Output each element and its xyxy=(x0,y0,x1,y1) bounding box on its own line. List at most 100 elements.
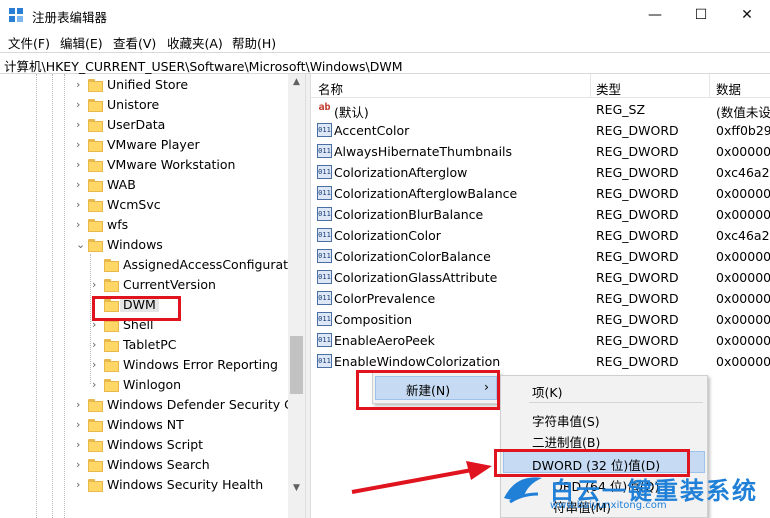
chevron-right-icon[interactable]: › xyxy=(76,418,86,432)
tree-item-label[interactable]: Winlogon xyxy=(123,377,181,392)
tree-item-label[interactable]: AssignedAccessConfiguratio xyxy=(123,257,299,272)
chevron-right-icon[interactable]: › xyxy=(92,338,102,352)
value-name: Composition xyxy=(334,312,413,327)
tree-scroll-thumb[interactable] xyxy=(290,336,303,394)
value-row[interactable]: 011 AccentColor REG_DWORD 0xff0b29 xyxy=(311,120,770,141)
tree-item-label[interactable]: Unistore xyxy=(107,97,159,112)
annotation-box-dwm xyxy=(92,296,181,321)
value-row[interactable]: 011ColorizationColor REG_DWORD 0xc46a29 xyxy=(311,225,770,246)
tree-item-label[interactable]: Windows Search xyxy=(107,457,210,472)
tree-item[interactable]: AssignedAccessConfiguratio xyxy=(0,256,299,276)
tree-item[interactable]: › WAB xyxy=(0,176,288,196)
chevron-right-icon[interactable]: › xyxy=(76,98,86,112)
tree-item-label[interactable]: Windows xyxy=(107,237,163,252)
value-row[interactable]: 011 ColorizationBlurBalance REG_DWORD 0x000… xyxy=(311,204,770,225)
tree-item-label[interactable]: TabletPC xyxy=(123,337,177,352)
tree-item[interactable]: › Unified Store xyxy=(0,76,288,96)
tree-item-label[interactable]: WAB xyxy=(107,177,136,192)
chevron-right-icon[interactable]: › xyxy=(76,118,86,132)
value-row[interactable]: 011ColorPrevalence REG_DWORD 0x000000 xyxy=(311,288,770,309)
column-divider[interactable] xyxy=(590,74,591,98)
value-data: 0x000000 xyxy=(716,312,770,327)
tree-item[interactable]: › Windows Script xyxy=(0,436,288,456)
menu-view[interactable]: 查看(V) xyxy=(113,33,156,52)
menu-edit[interactable]: 编辑(E) xyxy=(60,33,103,52)
menu-help[interactable]: 帮助(H) xyxy=(232,33,276,52)
tree-item-label[interactable]: Unified Store xyxy=(107,77,188,92)
tree-item[interactable]: › CurrentVersion xyxy=(0,276,288,296)
tree-item[interactable]: › Windows Defender Security Ce xyxy=(0,396,301,416)
value-type: REG_DWORD xyxy=(596,312,679,327)
chevron-right-icon[interactable]: › xyxy=(76,178,86,192)
value-row[interactable]: 011 EnableWindowColorization REG_DWORD 0x00… xyxy=(311,351,770,372)
chevron-right-icon[interactable]: › xyxy=(92,358,102,372)
value-row[interactable]: 011EnableAeroPeek REG_DWORD 0x000000 xyxy=(311,330,770,351)
chevron-right-icon[interactable]: › xyxy=(92,378,102,392)
tree-item-label[interactable]: CurrentVersion xyxy=(123,277,216,292)
bird-logo-icon xyxy=(504,477,542,504)
folder-icon xyxy=(88,139,103,152)
tree-item[interactable]: › VMware Player xyxy=(0,136,288,156)
tree-item-label[interactable]: Windows Security Health xyxy=(107,477,263,492)
tree-item[interactable]: › Winlogon xyxy=(0,376,288,396)
menu-file[interactable]: 文件(F) xyxy=(8,33,50,52)
chevron-down-icon[interactable]: ⌄ xyxy=(76,238,86,252)
chevron-right-icon[interactable]: › xyxy=(76,78,86,92)
tree-item[interactable]: › WcmSvc xyxy=(0,196,288,216)
binary-value-icon: 011 xyxy=(317,228,332,242)
tree-item-label[interactable]: Windows Script xyxy=(107,437,203,452)
value-row[interactable]: 011 ColorizationAfterglowBalance REG_DWORD… xyxy=(311,183,770,204)
tree-item[interactable]: › Windows Search xyxy=(0,456,288,476)
tree-item[interactable]: › UserData xyxy=(0,116,288,136)
chevron-right-icon[interactable]: › xyxy=(76,158,86,172)
tree-item-label[interactable]: Windows Defender Security Ce xyxy=(107,397,301,412)
tree-item[interactable]: › TabletPC xyxy=(0,336,288,356)
value-row[interactable]: 011 ColorizationGlassAttribute REG_DWORD 0x… xyxy=(311,267,770,288)
chevron-right-icon[interactable] xyxy=(92,258,102,272)
menu-item-key[interactable]: 项(K) xyxy=(532,382,562,401)
chevron-right-icon[interactable]: › xyxy=(76,138,86,152)
column-type[interactable]: 类型 xyxy=(596,79,621,98)
minimize-button[interactable]: — xyxy=(632,0,678,30)
value-row[interactable]: ab (默认) REG_SZ (数值未设 xyxy=(311,99,770,120)
tree-item-label[interactable]: Windows NT xyxy=(107,417,184,432)
tree-item-label[interactable]: Windows Error Reporting xyxy=(123,357,278,372)
chevron-right-icon[interactable]: › xyxy=(76,218,86,232)
tree-item-label[interactable]: VMware Workstation xyxy=(107,157,235,172)
tree-item[interactable]: › wfs xyxy=(0,216,288,236)
value-type: REG_DWORD xyxy=(596,228,679,243)
value-row[interactable]: 011 ColorizationColorBalance REG_DWORD 0x00… xyxy=(311,246,770,267)
column-name[interactable]: 名称 xyxy=(318,79,343,98)
address-bar[interactable]: 计算机\HKEY_CURRENT_USER\Software\Microsoft… xyxy=(0,52,770,74)
tree-item[interactable]: › Windows Error Reporting xyxy=(0,356,288,376)
chevron-right-icon[interactable]: › xyxy=(76,458,86,472)
chevron-right-icon[interactable]: › xyxy=(92,278,102,292)
maximize-button[interactable]: ☐ xyxy=(678,0,724,30)
chevron-right-icon[interactable]: › xyxy=(76,198,86,212)
tree-item[interactable]: › Windows Security Health xyxy=(0,476,288,496)
column-divider[interactable] xyxy=(709,74,710,98)
scroll-up-icon[interactable]: ▲ xyxy=(288,74,305,91)
menu-item-string-value[interactable]: 字符串值(S) xyxy=(532,411,600,430)
tree-item[interactable]: › Unistore xyxy=(0,96,288,116)
chevron-right-icon[interactable]: › xyxy=(76,438,86,452)
chevron-right-icon[interactable]: › xyxy=(76,398,86,412)
tree-scrollbar[interactable] xyxy=(288,74,305,518)
close-button[interactable]: ✕ xyxy=(724,0,770,30)
value-row[interactable]: 011 AlwaysHibernateThumbnails REG_DWORD 0x0… xyxy=(311,141,770,162)
tree-item[interactable]: ⌄ Windows xyxy=(0,236,288,256)
tree-item-label[interactable]: UserData xyxy=(107,117,165,132)
column-data[interactable]: 数据 xyxy=(716,79,741,98)
tree-item-label[interactable]: VMware Player xyxy=(107,137,200,152)
tree-item[interactable]: › VMware Workstation xyxy=(0,156,288,176)
tree-item-label[interactable]: wfs xyxy=(107,217,128,232)
tree-item-label[interactable]: WcmSvc xyxy=(107,197,161,212)
chevron-right-icon[interactable]: › xyxy=(76,478,86,492)
tree-item[interactable]: › Windows NT xyxy=(0,416,288,436)
scroll-down-icon[interactable]: ▼ xyxy=(288,480,305,497)
value-row[interactable]: 011Composition REG_DWORD 0x000000 xyxy=(311,309,770,330)
menu-favorites[interactable]: 收藏夹(A) xyxy=(167,33,223,52)
value-row[interactable]: 011 ColorizationAfterglow REG_DWORD 0xc46a2… xyxy=(311,162,770,183)
address-path[interactable]: 计算机\HKEY_CURRENT_USER\Software\Microsoft… xyxy=(4,56,403,75)
value-name: ColorizationColor xyxy=(334,228,441,243)
